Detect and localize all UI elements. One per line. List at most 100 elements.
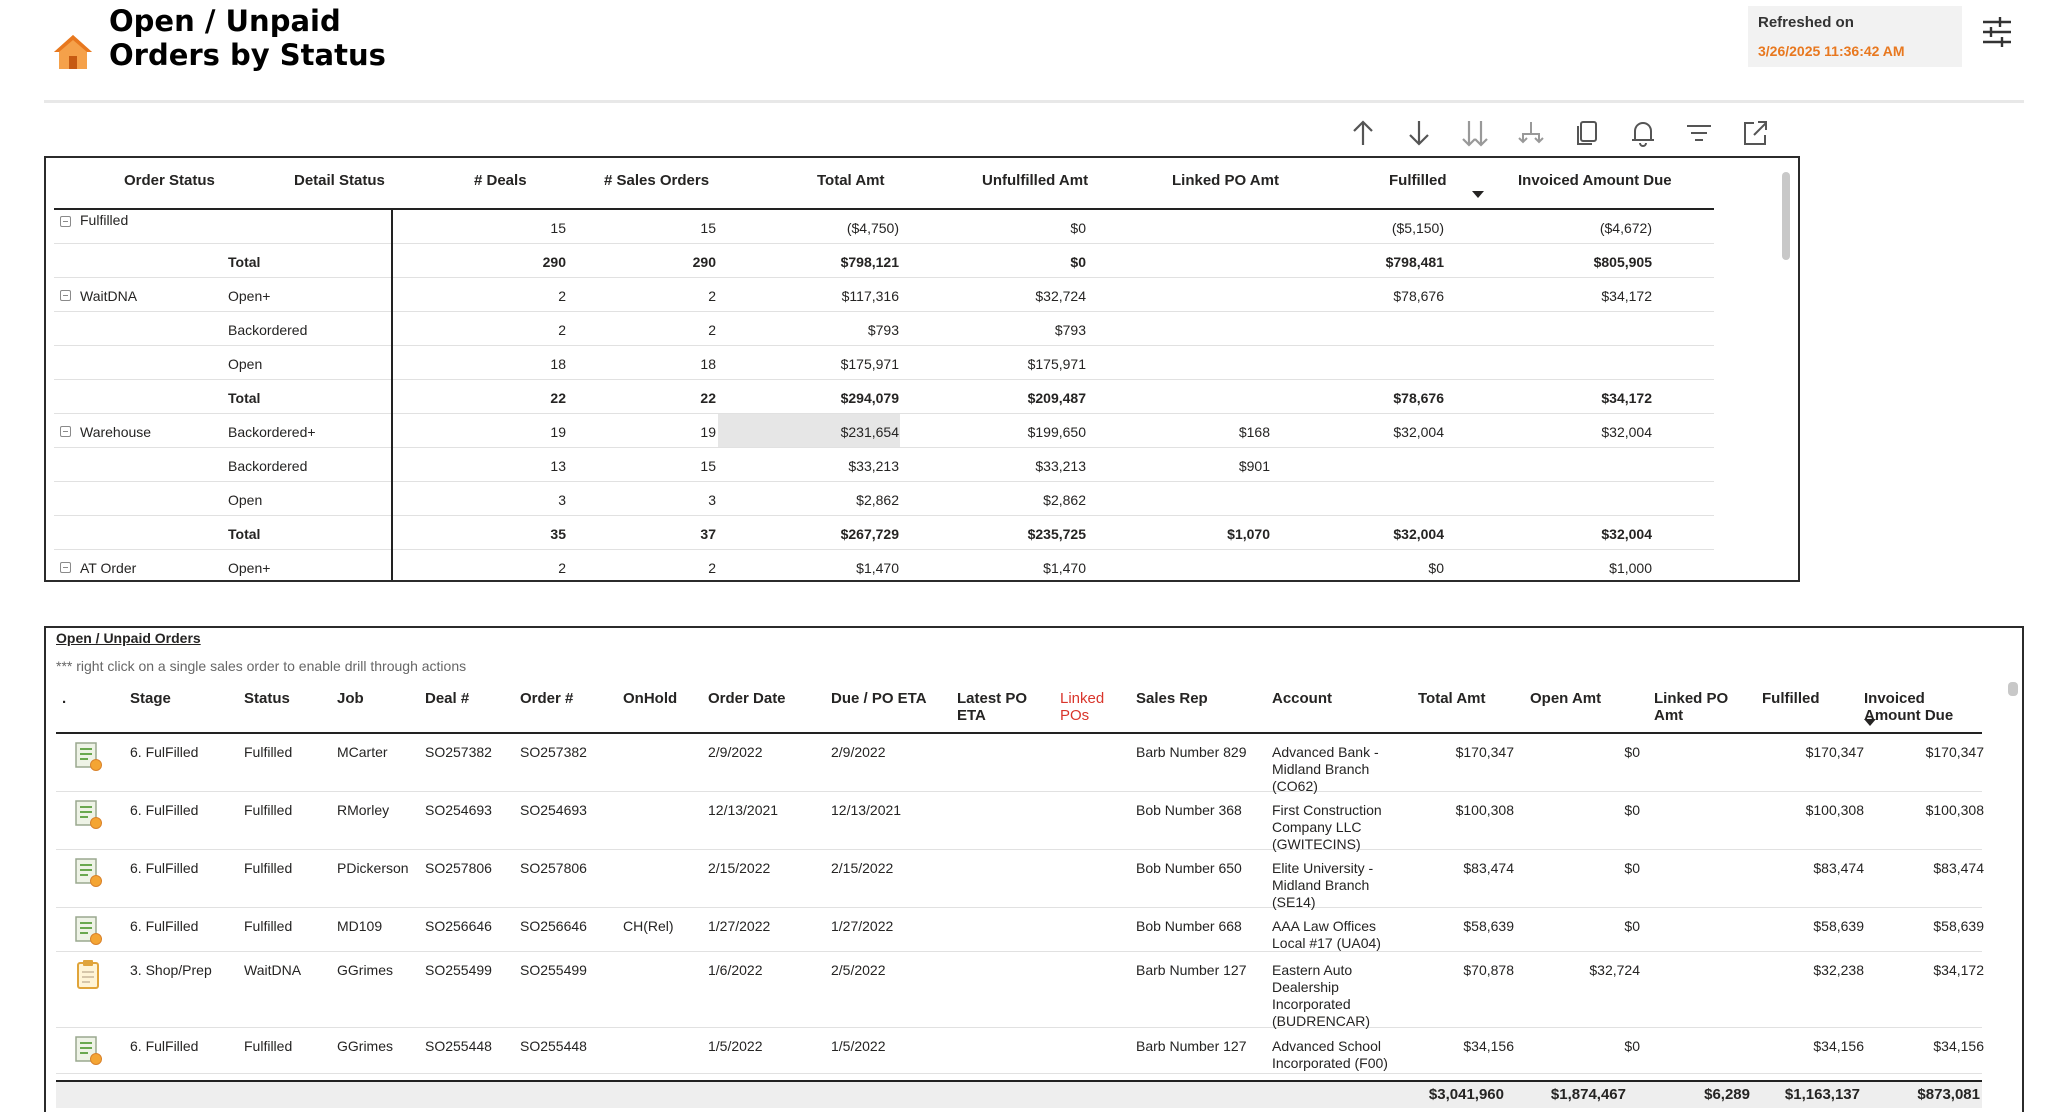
table-cell-rep: Bob Number 368 [1136,802,1242,818]
table-cell-open: $0 [1624,802,1640,818]
matrix-cell-so: 18 [700,356,716,372]
matrix-cell-so: 2 [708,560,716,576]
matrix-row[interactable]: Open 18 18 $175,971 $175,971 [54,346,1714,380]
table-header-sales-rep[interactable]: Sales Rep [1136,690,1208,707]
table-row[interactable]: 3. Shop/Prep WaitDNA GGrimes SO255499 SO2554… [56,952,1984,1029]
matrix-cell-unfulfilled: $1,470 [1043,560,1086,576]
table-header-job[interactable]: Job [337,690,364,707]
table-cell-order: SO257806 [520,860,587,876]
fulfilled-report-icon[interactable] [72,740,104,772]
matrix-cell-invoiced: ($4,672) [1599,220,1652,236]
matrix-group-label: Warehouse [80,424,152,440]
matrix-cell-so: 2 [708,322,716,338]
table-header-deal[interactable]: Deal # [425,690,469,707]
table-header-onhold[interactable]: OnHold [623,690,677,707]
matrix-row[interactable]: AT Order Open+ 2 2 $1,470 $1,470 $0 $1,000 [54,550,1714,580]
matrix-cell-detail: Backordered [228,458,308,474]
matrix-header-order-status[interactable]: Order Status [124,172,215,189]
table-row[interactable]: 6. FulFilled Fulfilled RMorley SO254693 SO25… [56,792,1984,852]
matrix-header-linked-po-amt[interactable]: Linked PO Amt [1172,172,1279,189]
table-header-total-amt[interactable]: Total Amt [1418,690,1486,707]
table-row[interactable]: 6. FulFilled Fulfilled MCarter SO257382 SO25… [56,734,1984,794]
table-header-linked-pos[interactable]: Linked POs [1060,690,1114,724]
home-icon[interactable] [52,32,94,72]
clipboard-icon[interactable] [72,958,104,990]
matrix-cell-total: $267,729 [840,526,899,542]
matrix-cell-invoiced: $34,172 [1601,390,1652,406]
table-cell-fulfilled: $100,308 [1805,802,1864,818]
refresh-label: Refreshed on [1758,14,1854,31]
table-row[interactable]: 6. FulFilled Fulfilled MD109 SO256646 SO2566… [56,908,1984,952]
collapse-icon[interactable] [60,426,71,437]
table-scrollbar[interactable] [2008,682,2018,696]
collapse-icon[interactable] [60,290,71,301]
fulfilled-report-icon[interactable] [72,1034,104,1066]
matrix-header-total-amt[interactable]: Total Amt [817,172,885,189]
table-cell-due: 1/27/2022 [831,918,894,934]
table-header-open-amt[interactable]: Open Amt [1530,690,1601,707]
table-cell-account: Elite University - Midland Branch (SE14) [1272,860,1374,910]
table-cell-invoiced: $34,156 [1933,1038,1984,1054]
matrix-row[interactable]: Total 290 290 $798,121 $0 $798,481 $805,905 [54,244,1714,278]
matrix-cell-fulfilled: $32,004 [1393,526,1444,542]
table-header-invoiced-amount-due[interactable]: Invoiced Amount Due [1864,690,1974,724]
sort-ascending-icon[interactable] [1348,116,1378,150]
table-cell-invoiced: $100,308 [1925,802,1984,818]
table-totals-row: $3,041,960 $1,874,467 $6,289 $1,163,137 … [56,1080,1982,1108]
table-cell-job: RMorley [337,802,390,818]
filter-settings-icon[interactable] [1980,14,2014,50]
table-row[interactable]: 6. FulFilled Fulfilled PDickerson SO257806 S… [56,850,1984,910]
fulfilled-report-icon[interactable] [72,914,104,946]
matrix-cell-fulfilled: $0 [1428,560,1444,576]
table-cell-open: $0 [1624,744,1640,760]
collapse-icon[interactable] [60,562,71,573]
matrix-header-deals[interactable]: # Deals [474,172,527,189]
table-header-due-po-eta[interactable]: Due / PO ETA [831,690,927,707]
table-cell-due: 2/9/2022 [831,744,886,760]
table-cell-fulfilled: $34,156 [1813,1038,1864,1054]
matrix-header-detail-status[interactable]: Detail Status [294,172,385,189]
table-header-order-date[interactable]: Order Date [708,690,786,707]
fulfilled-report-icon[interactable] [72,856,104,888]
table-cell-status: Fulfilled [244,860,293,876]
matrix-row[interactable]: Warehouse Backordered+ 19 19 $231,654 $199,65… [54,414,1714,448]
table-cell-total: $83,474 [1463,860,1514,876]
filter-icon[interactable] [1684,116,1714,150]
copy-icon[interactable] [1572,116,1602,150]
focus-mode-icon[interactable] [1740,116,1770,150]
table-header-linked-po-amt[interactable]: Linked PO Amt [1654,690,1734,724]
drill-hierarchy-icon[interactable] [1516,116,1546,150]
table-row[interactable]: 6. FulFilled Fulfilled GGrimes SO255448 SO25… [56,1028,1984,1074]
matrix-cell-unfulfilled: $175,971 [1027,356,1086,372]
expand-all-icon[interactable] [1460,116,1490,150]
matrix-row[interactable]: Backordered 2 2 $793 $793 [54,312,1714,346]
matrix-row[interactable]: Backordered 13 15 $33,213 $33,213 $901 [54,448,1714,482]
table-header-icon-col[interactable]: . [62,690,66,707]
matrix-cell-detail: Backordered+ [228,424,316,440]
matrix-row[interactable]: Total 35 37 $267,729 $235,725 $1,070 $32,004 $3… [54,516,1714,550]
table-header-status[interactable]: Status [244,690,290,707]
table-header-stage[interactable]: Stage [130,690,171,707]
matrix-row[interactable]: Fulfilled 15 15 ($4,750) $0 ($5,150) ($4,672) [54,210,1714,244]
matrix-cell-so: 15 [700,220,716,236]
table-cell-stage: 6. FulFilled [130,744,199,760]
table-header-order[interactable]: Order # [520,690,573,707]
bell-icon[interactable] [1628,116,1658,150]
matrix-cell-detail: Total [228,254,261,270]
matrix-scrollbar[interactable] [1782,172,1790,260]
collapse-icon[interactable] [60,216,71,227]
matrix-header-fulfilled[interactable]: Fulfilled [1389,172,1447,189]
matrix-header-invoiced-amount-due[interactable]: Invoiced Amount Due [1518,172,1672,189]
fulfilled-report-icon[interactable] [72,798,104,830]
table-header-fulfilled[interactable]: Fulfilled [1762,690,1820,707]
matrix-header-sales-orders[interactable]: # Sales Orders [604,172,709,189]
matrix-row[interactable]: WaitDNA Open+ 2 2 $117,316 $32,724 $78,676 $34,… [54,278,1714,312]
table-cell-account: Eastern Auto Dealership Incorporated (BU… [1272,962,1370,1029]
matrix-row[interactable]: Open 3 3 $2,862 $2,862 [54,482,1714,516]
matrix-cell-detail: Total [228,526,261,542]
table-header-account[interactable]: Account [1272,690,1332,707]
matrix-header-unfulfilled-amt[interactable]: Unfulfilled Amt [982,172,1088,189]
table-header-latest-po-eta[interactable]: Latest PO ETA [957,690,1037,724]
matrix-row[interactable]: Total 22 22 $294,079 $209,487 $78,676 $34,172 [54,380,1714,414]
sort-descending-icon[interactable] [1404,116,1434,150]
